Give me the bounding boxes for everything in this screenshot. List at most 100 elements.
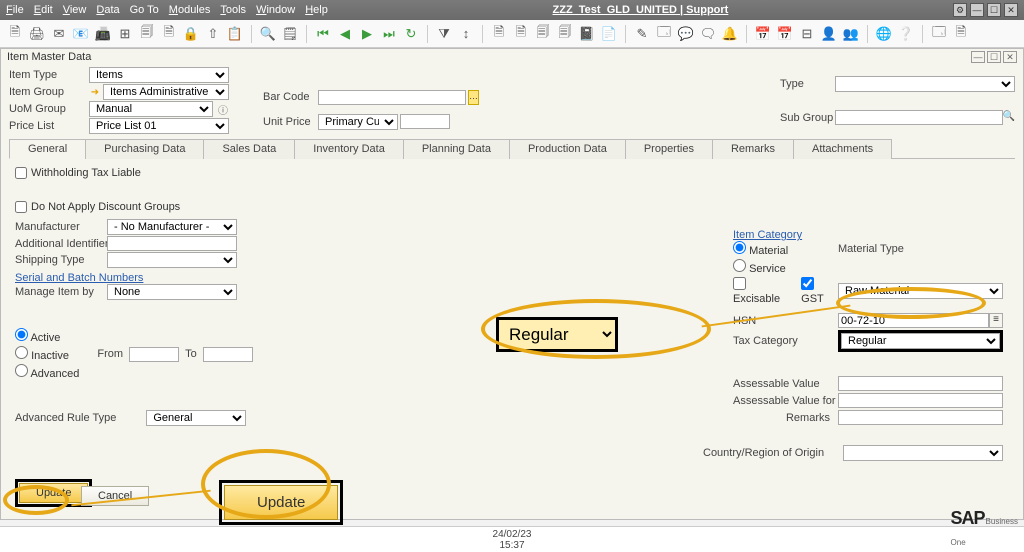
manage-select[interactable]: None (107, 284, 237, 300)
fax-icon[interactable]: 📠 (94, 25, 112, 43)
gst-checkbox[interactable]: GST (801, 277, 838, 305)
trans-icon[interactable]: 📄 (600, 25, 618, 43)
users-icon[interactable]: 👥 (842, 25, 860, 43)
menu-modules[interactable]: Modules (169, 4, 211, 16)
tab-properties[interactable]: Properties (625, 139, 713, 159)
next-icon[interactable]: ▶ (358, 25, 376, 43)
shipping-select[interactable] (107, 252, 237, 268)
export-pdf-icon[interactable]: 🗎 (160, 25, 178, 43)
tab-attachments[interactable]: Attachments (793, 139, 892, 159)
matl-type-select[interactable]: Raw Material (838, 283, 1003, 299)
inner-minimize-icon[interactable]: — (971, 51, 985, 63)
info-icon[interactable]: ⓘ (217, 103, 229, 115)
uom-group-select[interactable]: Manual (89, 101, 213, 117)
to-input[interactable] (203, 347, 253, 362)
refresh-icon[interactable]: ↻ (402, 25, 420, 43)
unit-price-curr-select[interactable]: Primary Curr (318, 114, 398, 130)
minimize-icon[interactable]: — (970, 3, 984, 17)
update-button[interactable]: Update (19, 483, 88, 503)
chat-icon[interactable]: 💬 (677, 25, 695, 43)
assess-wtr-input[interactable] (838, 393, 1003, 408)
calendar-icon[interactable]: 📅 (754, 25, 772, 43)
btn-settings-icon[interactable]: ⚙ (953, 3, 967, 17)
from-input[interactable] (129, 347, 179, 362)
help-icon[interactable]: ❔ (897, 25, 915, 43)
print-icon[interactable]: 🖨 (28, 25, 46, 43)
relations-icon[interactable]: ⊟ (798, 25, 816, 43)
filter-icon[interactable]: ⧩ (435, 25, 453, 43)
tab-production[interactable]: Production Data (509, 139, 626, 159)
context-help-icon[interactable]: 🗔 (930, 25, 948, 43)
alerts-icon[interactable]: 🔔 (721, 25, 739, 43)
radio-service[interactable]: Service (733, 259, 838, 275)
inner-close-icon[interactable]: ✕ (1003, 51, 1017, 63)
target-doc-icon[interactable]: 🗎 (512, 25, 530, 43)
layout-icon[interactable]: ✎ (633, 25, 651, 43)
price-list-select[interactable]: Price List 01 (89, 118, 229, 134)
copy-to-icon[interactable]: 🗐 (556, 25, 574, 43)
bp-icon[interactable]: 👤 (820, 25, 838, 43)
menu-goto[interactable]: Go To (130, 4, 159, 16)
country-select[interactable] (843, 445, 1003, 461)
item-category-link[interactable]: Item Category (733, 229, 1003, 241)
menu-edit[interactable]: Edit (34, 4, 53, 16)
remarks-input[interactable] (838, 410, 1003, 425)
upload-icon[interactable]: ⇧ (204, 25, 222, 43)
search-icon[interactable]: 🔍 (1003, 110, 1015, 122)
copy-from-icon[interactable]: 🗐 (534, 25, 552, 43)
last-icon[interactable]: ⏭ (380, 25, 398, 43)
inner-maximize-icon[interactable]: ☐ (987, 51, 1001, 63)
item-type-select[interactable]: Items (89, 67, 229, 83)
lock-icon[interactable]: 🔒 (182, 25, 200, 43)
msg-icon[interactable]: 🗨 (699, 25, 717, 43)
hsn-input[interactable] (838, 313, 989, 328)
hsn-btn-icon[interactable]: ≡ (989, 313, 1003, 328)
form-settings-icon[interactable]: 🗔 (655, 25, 673, 43)
add-icon[interactable]: 🗒 (281, 25, 299, 43)
tab-remarks[interactable]: Remarks (712, 139, 794, 159)
unit-price-input[interactable] (400, 114, 450, 129)
base-doc-icon[interactable]: 🗎 (490, 25, 508, 43)
find-icon[interactable]: 🔍 (259, 25, 277, 43)
excisable-checkbox[interactable]: Excisable (733, 277, 793, 305)
paste-icon[interactable]: 📋 (226, 25, 244, 43)
tab-purchasing[interactable]: Purchasing Data (85, 139, 204, 159)
menu-file[interactable]: FFileile (6, 4, 24, 16)
arrow-icon[interactable]: ➜ (89, 86, 101, 98)
item-group-select[interactable]: Items Administrative (103, 84, 229, 100)
barcode-ellipsis-btn[interactable]: … (468, 90, 479, 105)
cancel-button[interactable]: Cancel (81, 486, 149, 506)
nodiscount-checkbox[interactable] (15, 201, 27, 213)
radio-active[interactable]: Active (15, 328, 79, 344)
radio-material[interactable]: Material (733, 241, 788, 257)
web-icon[interactable]: 🌐 (875, 25, 893, 43)
prev-icon[interactable]: ◀ (336, 25, 354, 43)
export-excel-icon[interactable]: ⊞ (116, 25, 134, 43)
wht-checkbox[interactable] (15, 167, 27, 179)
first-icon[interactable]: ⏮ (314, 25, 332, 43)
big-update-button[interactable]: Update (224, 485, 338, 520)
assess-input[interactable] (838, 376, 1003, 391)
addid-input[interactable] (107, 236, 237, 251)
regular-callout-select[interactable]: Regular (499, 320, 615, 349)
journal-icon[interactable]: 📓 (578, 25, 596, 43)
preview-icon[interactable]: 🗎 (6, 25, 24, 43)
tab-general[interactable]: General (9, 139, 86, 159)
query-icon[interactable]: 🗎 (952, 25, 970, 43)
export-word-icon[interactable]: 🗐 (138, 25, 156, 43)
radio-inactive[interactable]: Inactive (15, 346, 79, 362)
menu-help[interactable]: Help (305, 4, 328, 16)
adv-rule-select[interactable]: General (146, 410, 246, 426)
close-icon[interactable]: ✕ (1004, 3, 1018, 17)
type-select[interactable] (835, 76, 1015, 92)
email-icon[interactable]: ✉ (50, 25, 68, 43)
manufacturer-select[interactable]: - No Manufacturer - (107, 219, 237, 235)
tax-category-select[interactable]: Regular (841, 333, 1000, 349)
tab-inventory[interactable]: Inventory Data (294, 139, 404, 159)
sms-icon[interactable]: 📧 (72, 25, 90, 43)
tab-sales[interactable]: Sales Data (203, 139, 295, 159)
subgroup-input[interactable] (835, 110, 1003, 125)
menu-window[interactable]: Window (256, 4, 295, 16)
cal-x-icon[interactable]: 📅 (776, 25, 794, 43)
sort-icon[interactable]: ↕ (457, 25, 475, 43)
